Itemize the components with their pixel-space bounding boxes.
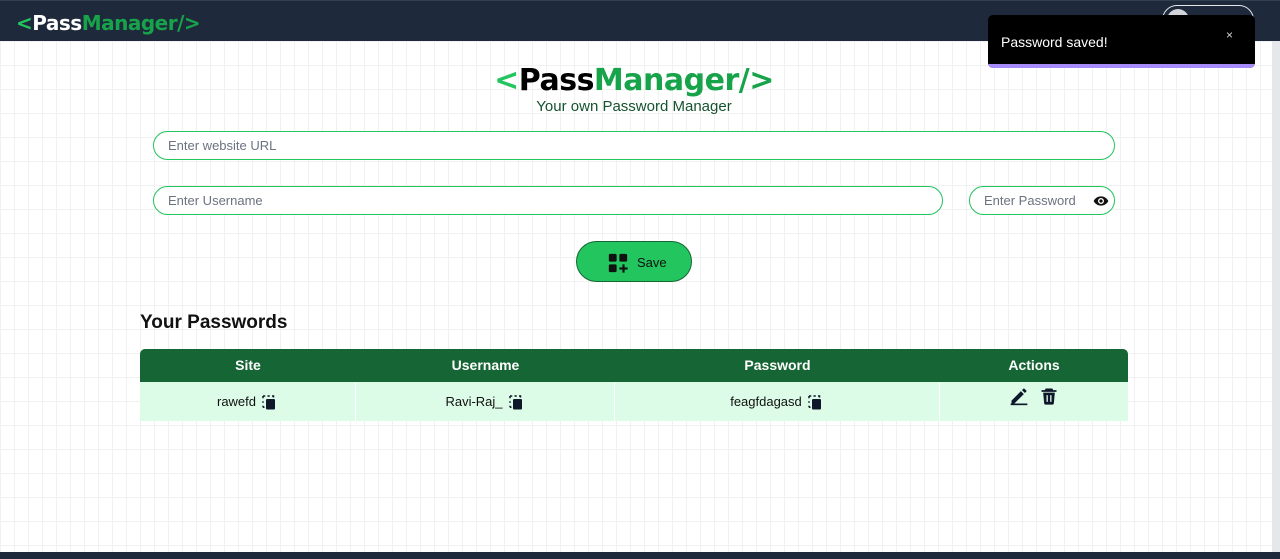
save-button-label: Save bbox=[637, 255, 667, 270]
scrollbar[interactable] bbox=[1272, 41, 1280, 552]
table-header: Site Username Password Actions bbox=[140, 349, 1128, 382]
copy-icon[interactable] bbox=[260, 393, 278, 411]
column-header-username: Username bbox=[451, 357, 520, 373]
copy-icon[interactable] bbox=[806, 393, 824, 411]
title-manager: Manager/> bbox=[593, 63, 774, 98]
close-icon[interactable]: × bbox=[1226, 28, 1233, 42]
passwords-table: Site Username Password Actions rawefd Ra… bbox=[140, 349, 1128, 421]
toast-message: Password saved! bbox=[1001, 34, 1108, 50]
nav-logo-pass: Pass bbox=[32, 11, 82, 35]
eye-icon[interactable] bbox=[1093, 193, 1109, 209]
window-bottom-edge bbox=[0, 552, 1280, 559]
nav-logo-manager: Manager/> bbox=[81, 11, 201, 35]
cell-site: rawefd bbox=[140, 382, 356, 421]
nav-logo[interactable]: <PassManager/> bbox=[16, 11, 201, 35]
toast-progress-bar bbox=[988, 64, 1255, 68]
copy-icon[interactable] bbox=[507, 393, 525, 411]
column-header-actions: Actions bbox=[1008, 357, 1060, 373]
username-value: Ravi-Raj_ bbox=[445, 394, 503, 409]
password-value: feagfdagasd bbox=[730, 394, 802, 409]
cell-actions bbox=[940, 382, 1128, 421]
edit-icon[interactable] bbox=[1009, 386, 1029, 406]
website-url-input[interactable] bbox=[153, 131, 1115, 160]
delete-icon[interactable] bbox=[1039, 386, 1059, 406]
site-value[interactable]: rawefd bbox=[217, 382, 256, 421]
title-pass: Pass bbox=[518, 63, 595, 98]
cell-password: feagfdagasd bbox=[615, 382, 940, 421]
main-content: <PassManager/> Your own Password Manager… bbox=[0, 41, 1272, 552]
username-input[interactable] bbox=[153, 186, 943, 215]
page-title: <PassManager/> bbox=[0, 63, 1268, 98]
page-subtitle: Your own Password Manager bbox=[536, 98, 732, 115]
toast-notification: Password saved! × bbox=[988, 15, 1255, 68]
column-header-password: Password bbox=[744, 357, 811, 373]
add-grid-icon bbox=[608, 253, 628, 273]
title-bracket: < bbox=[494, 63, 519, 98]
nav-logo-bracket: < bbox=[16, 11, 33, 35]
column-header-site: Site bbox=[235, 357, 261, 373]
cell-username: Ravi-Raj_ bbox=[356, 382, 615, 421]
table-row: rawefd Ravi-Raj_ feagfdagasd bbox=[140, 382, 1128, 421]
save-button[interactable]: Save bbox=[576, 241, 692, 282]
passwords-section-title: Your Passwords bbox=[140, 312, 288, 333]
